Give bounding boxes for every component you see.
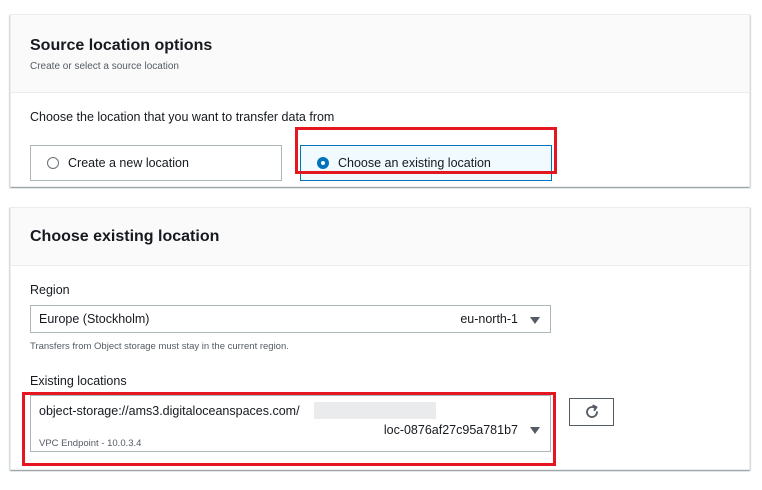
refresh-icon [585,404,598,418]
caret-down-icon [530,317,540,324]
choose-existing-location-option[interactable]: Choose an existing location [300,145,552,181]
caret-down-icon [530,427,540,434]
source-location-title: Source location options [30,37,213,54]
region-name: Europe (Stockholm) [39,312,150,326]
location-uri: object-storage://ams3.digitaloceanspaces… [39,404,300,418]
transfer-question-label: Choose the location that you want to tra… [30,110,335,124]
existing-locations-label: Existing locations [30,374,127,388]
region-code: eu-north-1 [460,312,518,326]
existing-location-panel: Choose existing location Region Europe (… [10,207,750,470]
region-hint: Transfers from Object storage must stay … [30,341,289,352]
create-new-location-option[interactable]: Create a new location [30,145,282,181]
source-location-panel: Source location options Create or select… [10,14,750,187]
source-location-description: Create or select a source location [30,61,179,72]
redacted-bucket-name [314,402,436,419]
location-endpoint: VPC Endpoint - 10.0.3.4 [39,438,142,449]
existing-location-title: Choose existing location [30,228,220,245]
radio-selected-icon[interactable] [317,157,329,169]
refresh-button[interactable] [569,398,614,426]
existing-locations-select[interactable]: object-storage://ams3.digitaloceanspaces… [30,395,551,452]
source-location-header: Source location options Create or select… [11,15,749,93]
location-id: loc-0876af27c95a781b7 [383,423,518,437]
region-select[interactable]: Europe (Stockholm) eu-north-1 [30,305,551,333]
create-new-location-label: Create a new location [68,156,189,170]
region-label: Region [30,283,70,297]
choose-existing-location-label: Choose an existing location [338,156,491,170]
radio-unselected-icon[interactable] [47,157,59,169]
existing-location-header: Choose existing location [11,208,749,266]
